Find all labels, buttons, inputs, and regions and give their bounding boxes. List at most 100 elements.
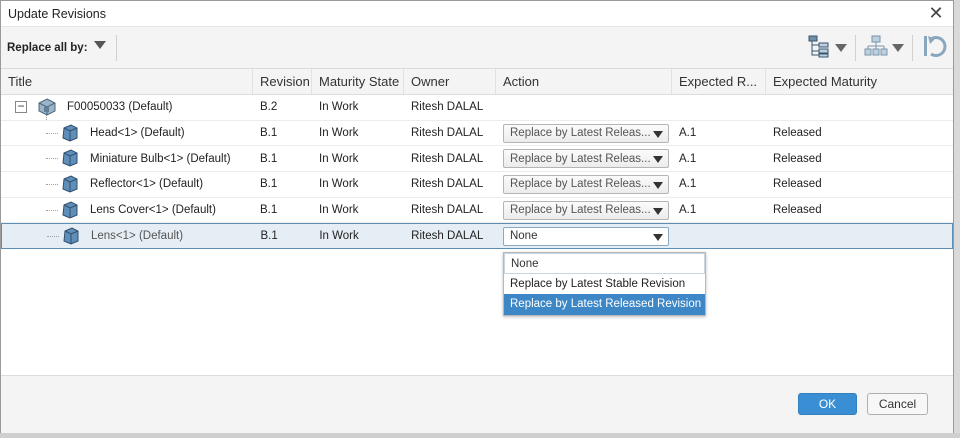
chevron-down-icon[interactable]	[653, 181, 663, 189]
owner-cell: Ritesh DALAL	[411, 101, 484, 114]
chevron-down-icon[interactable]	[835, 43, 847, 52]
dropdown-option-none[interactable]: None	[504, 253, 705, 274]
table-row[interactable]: Reflector<1> (Default) B.1 In Work Rites…	[1, 172, 953, 198]
tree-connector	[46, 209, 58, 211]
action-select-value: Replace by Latest Releas...	[510, 152, 650, 165]
table-row[interactable]: − F00050033 (Default) B.2 In Work Ritesh…	[1, 95, 953, 121]
toolbar: Replace all by:	[1, 26, 953, 69]
revision-cell: B.2	[260, 101, 278, 114]
column-header-maturity-state[interactable]: Maturity State	[312, 69, 404, 94]
toolbar-right	[807, 27, 947, 68]
tree-connector	[46, 132, 58, 134]
table-row[interactable]: Miniature Bulb<1> (Default) B.1 In Work …	[1, 146, 953, 173]
maturity-cell: In Work	[319, 178, 359, 191]
revisions-table: Title Revision Maturity State Owner Acti…	[1, 69, 953, 250]
action-select[interactable]: None	[502, 226, 669, 246]
title-bar: Update Revisions ✕	[1, 1, 953, 26]
title-cell: Lens Cover<1> (Default)	[1, 198, 253, 223]
owner-cell: Ritesh DALAL	[411, 152, 484, 165]
table-row[interactable]: Lens Cover<1> (Default) B.1 In Work Rite…	[1, 198, 953, 224]
title-cell: Miniature Bulb<1> (Default)	[1, 146, 253, 171]
table-row-selected[interactable]: Lens<1> (Default) B.1 In Work Ritesh DAL…	[1, 223, 953, 250]
revision-cell: B.1	[260, 178, 278, 191]
table-row[interactable]: Head<1> (Default) B.1 In Work Ritesh DAL…	[1, 121, 953, 147]
action-cell: Replace by Latest Releas...	[496, 174, 672, 194]
chevron-down-icon[interactable]	[653, 156, 663, 164]
maturity-cell: In Work	[319, 152, 359, 165]
action-select-value: Replace by Latest Releas...	[510, 204, 650, 217]
chevron-down-icon[interactable]	[653, 130, 663, 138]
chevron-down-icon[interactable]	[892, 43, 904, 52]
dialog-title: Update Revisions	[8, 6, 106, 21]
maturity-cell: In Work	[319, 101, 359, 114]
owner-cell: Ritesh DALAL	[411, 127, 484, 140]
expected-maturity-cell: Released	[773, 178, 822, 191]
expected-revision-cell: A.1	[679, 178, 697, 191]
action-cell: Replace by Latest Releas...	[496, 123, 672, 143]
action-dropdown-list: None Replace by Latest Stable Revision R…	[503, 252, 706, 316]
node-label: Lens Cover<1> (Default)	[90, 204, 216, 217]
expected-revision-cell: A.1	[679, 204, 697, 217]
collapse-icon[interactable]: −	[15, 100, 27, 114]
toolbar-separator	[855, 34, 856, 61]
chevron-down-icon[interactable]	[93, 40, 106, 49]
replace-all-menu[interactable]: Replace all by:	[1, 27, 106, 68]
revision-cell: B.1	[260, 230, 278, 243]
action-select-value: None	[509, 230, 538, 243]
chevron-down-icon[interactable]	[652, 233, 663, 241]
column-header-expected-revision[interactable]: Expected R...	[672, 69, 766, 94]
action-select-value: Replace by Latest Releas...	[510, 178, 650, 191]
action-select[interactable]: Replace by Latest Releas...	[503, 174, 669, 194]
dropdown-option-latest-released[interactable]: Replace by Latest Released Revision	[504, 294, 705, 315]
tree-view-icon[interactable]	[807, 34, 831, 61]
part-icon	[62, 201, 78, 219]
owner-cell: Ritesh DALAL	[411, 178, 484, 191]
title-cell: Lens<1> (Default)	[2, 224, 253, 248]
dialog-footer: OK Cancel	[1, 375, 953, 433]
action-select[interactable]: Replace by Latest Releas...	[503, 149, 669, 169]
replace-all-label: Replace all by:	[7, 41, 88, 54]
column-header-expected-maturity[interactable]: Expected Maturity	[766, 69, 953, 94]
part-icon	[62, 149, 78, 167]
column-header-revision[interactable]: Revision	[253, 69, 312, 94]
close-icon[interactable]: ✕	[927, 4, 945, 22]
column-header-owner[interactable]: Owner	[404, 69, 496, 94]
toolbar-separator	[115, 34, 117, 61]
revision-cell: B.1	[260, 127, 278, 140]
undo-icon[interactable]	[921, 33, 947, 62]
chevron-down-icon[interactable]	[653, 207, 663, 215]
ok-button[interactable]: OK	[798, 393, 857, 415]
node-label: F00050033 (Default)	[67, 101, 173, 114]
column-header-action[interactable]: Action	[496, 69, 672, 94]
background-strip	[0, 433, 960, 438]
toolbar-separator	[912, 34, 913, 61]
maturity-cell: In Work	[319, 204, 359, 217]
dropdown-option-latest-stable[interactable]: Replace by Latest Stable Revision	[504, 274, 705, 295]
table-header: Title Revision Maturity State Owner Acti…	[1, 69, 953, 95]
owner-cell: Ritesh DALAL	[411, 230, 484, 243]
node-label: Head<1> (Default)	[90, 127, 185, 140]
action-cell: None	[496, 226, 672, 246]
owner-cell: Ritesh DALAL	[411, 204, 484, 217]
node-label: Reflector<1> (Default)	[90, 178, 204, 191]
assembly-icon	[38, 98, 56, 116]
expected-revision-cell: A.1	[679, 152, 697, 165]
revision-cell: B.1	[260, 204, 278, 217]
maturity-cell: In Work	[319, 230, 359, 243]
action-select[interactable]: Replace by Latest Releas...	[503, 123, 669, 143]
expected-maturity-cell: Released	[773, 127, 822, 140]
cancel-button[interactable]: Cancel	[867, 393, 928, 415]
node-label: Miniature Bulb<1> (Default)	[90, 152, 231, 165]
expected-maturity-cell: Released	[773, 152, 822, 165]
action-cell: Replace by Latest Releas...	[496, 149, 672, 169]
node-label: Lens<1> (Default)	[91, 230, 184, 243]
action-select[interactable]: Replace by Latest Releas...	[503, 200, 669, 220]
column-header-title[interactable]: Title	[1, 69, 253, 94]
expected-revision-cell: A.1	[679, 127, 697, 140]
title-cell: Head<1> (Default)	[1, 121, 253, 146]
update-revisions-dialog: Update Revisions ✕ Replace all by: Title…	[0, 0, 954, 433]
hierarchy-icon[interactable]	[864, 34, 888, 61]
title-cell: − F00050033 (Default)	[1, 95, 253, 120]
part-icon	[63, 227, 79, 245]
part-icon	[62, 175, 78, 193]
